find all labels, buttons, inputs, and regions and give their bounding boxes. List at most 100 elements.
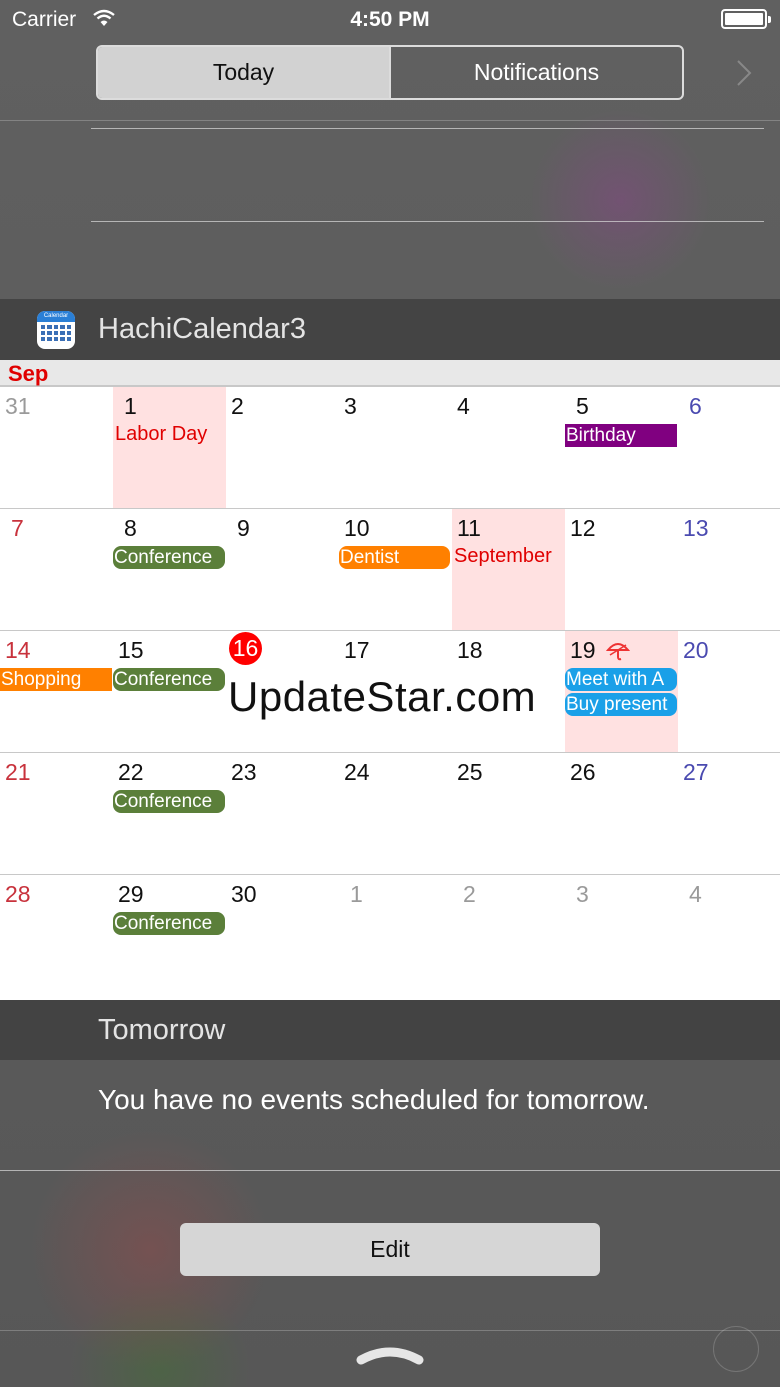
event-shopping[interactable]: Shopping: [0, 668, 112, 691]
day-cell[interactable]: 3: [565, 875, 678, 997]
week-row: 28 29 Conference 30 1 2 3 4: [0, 874, 780, 996]
divider: [0, 120, 780, 121]
divider: [91, 128, 764, 129]
divider: [0, 1170, 780, 1171]
status-bar: Carrier 4:50 PM: [0, 0, 780, 40]
month-calendar: Sep 31 1 Labor Day 2 3 4 5 Birthday 6 7 …: [0, 360, 780, 1000]
event-birthday[interactable]: Birthday: [565, 424, 677, 447]
day-number: 20: [683, 637, 709, 663]
day-cell[interactable]: 8 Conference: [113, 509, 226, 631]
day-number: 29: [118, 881, 144, 907]
day-number: 2: [231, 393, 244, 419]
day-cell[interactable]: 29 Conference: [113, 875, 226, 997]
day-cell[interactable]: 23: [226, 753, 339, 875]
battery-icon: [721, 9, 771, 29]
day-cell[interactable]: 26: [565, 753, 678, 875]
day-cell[interactable]: 9: [226, 509, 339, 631]
day-cell[interactable]: 7: [0, 509, 113, 631]
day-cell[interactable]: 11 September: [452, 509, 565, 631]
day-number: 9: [237, 515, 250, 541]
umbrella-icon: [606, 643, 630, 661]
holiday-label: September: [454, 545, 552, 567]
event-conference[interactable]: Conference: [113, 546, 225, 569]
day-number: 15: [118, 637, 144, 663]
day-cell[interactable]: 12: [565, 509, 678, 631]
day-number: 8: [124, 515, 137, 541]
day-number: 21: [5, 759, 31, 785]
today-notifications-segmented-control: Today Notifications: [96, 45, 684, 100]
day-cell[interactable]: 31: [0, 387, 113, 509]
day-number: 6: [689, 393, 702, 419]
week-row: 21 22 Conference 23 24 25 26 27: [0, 752, 780, 874]
day-number: 3: [344, 393, 357, 419]
day-number: 28: [5, 881, 31, 907]
event-meet[interactable]: Meet with A: [565, 668, 677, 691]
day-cell[interactable]: 1 Labor Day: [113, 387, 226, 509]
week-row: 14 Shopping 15 Conference 17 18 19 Meet …: [0, 630, 780, 753]
grabber-icon[interactable]: [355, 1344, 425, 1368]
day-number: 26: [570, 759, 596, 785]
day-cell[interactable]: 2: [452, 875, 565, 997]
day-number: 4: [689, 881, 702, 907]
day-number: 18: [457, 637, 483, 663]
calendar-app-icon[interactable]: Calendar: [37, 311, 75, 349]
day-cell[interactable]: 21: [0, 753, 113, 875]
day-cell[interactable]: 24: [339, 753, 452, 875]
day-cell[interactable]: 30: [226, 875, 339, 997]
day-cell[interactable]: 4: [452, 387, 565, 509]
week-row: 31 1 Labor Day 2 3 4 5 Birthday 6: [0, 386, 780, 509]
edit-button[interactable]: Edit: [180, 1223, 600, 1276]
day-number: 12: [570, 515, 596, 541]
day-cell[interactable]: 13: [678, 509, 780, 631]
day-cell[interactable]: 10 Dentist: [339, 509, 452, 631]
day-cell[interactable]: 3: [339, 387, 452, 509]
day-number: 11: [457, 515, 481, 541]
today-marker[interactable]: 16: [229, 632, 262, 665]
day-cell[interactable]: 4: [678, 875, 780, 997]
day-cell[interactable]: 2: [226, 387, 339, 509]
day-number: 30: [231, 881, 257, 907]
tomorrow-message: You have no events scheduled for tomorro…: [98, 1084, 650, 1115]
day-number: 1: [124, 393, 137, 419]
event-buy-present[interactable]: Buy present: [565, 693, 677, 716]
day-cell[interactable]: 14 Shopping: [0, 631, 113, 753]
day-number: 5: [576, 393, 589, 419]
holiday-label: Labor Day: [115, 423, 208, 445]
event-conference[interactable]: Conference: [113, 912, 225, 935]
divider: [0, 1330, 780, 1331]
week-row: 7 8 Conference 9 10 Dentist 11 September…: [0, 508, 780, 631]
divider: [91, 221, 764, 222]
day-number: 27: [683, 759, 709, 785]
day-cell[interactable]: 22 Conference: [113, 753, 226, 875]
day-number: 23: [231, 759, 257, 785]
day-cell[interactable]: 15 Conference: [113, 631, 226, 753]
tab-today[interactable]: Today: [98, 47, 389, 98]
day-cell[interactable]: 6: [678, 387, 780, 509]
day-number: 25: [457, 759, 483, 785]
day-number: 10: [344, 515, 370, 541]
day-number: 24: [344, 759, 370, 785]
chevron-right-icon[interactable]: [734, 58, 754, 88]
day-cell[interactable]: 25: [452, 753, 565, 875]
tab-notifications[interactable]: Notifications: [389, 47, 682, 98]
widget-title[interactable]: HachiCalendar3: [98, 313, 306, 346]
event-conference[interactable]: Conference: [113, 668, 225, 691]
watermark: UpdateStar.com: [228, 673, 537, 720]
day-cell[interactable]: 20: [678, 631, 780, 753]
day-number: 3: [576, 881, 589, 907]
day-number: 1: [350, 881, 363, 907]
event-dentist[interactable]: Dentist: [339, 546, 450, 569]
day-number: 22: [118, 759, 144, 785]
month-header: Sep: [0, 360, 780, 386]
day-number: 19: [570, 637, 596, 663]
day-cell[interactable]: 1: [339, 875, 452, 997]
day-number: 7: [11, 515, 24, 541]
day-cell[interactable]: 28: [0, 875, 113, 997]
tomorrow-title: Tomorrow: [98, 1014, 226, 1046]
day-number: 14: [5, 637, 31, 663]
day-cell[interactable]: 5 Birthday: [565, 387, 678, 509]
day-number: 17: [344, 637, 370, 663]
day-number: 2: [463, 881, 476, 907]
event-conference[interactable]: Conference: [113, 790, 225, 813]
day-cell[interactable]: 27: [678, 753, 780, 875]
